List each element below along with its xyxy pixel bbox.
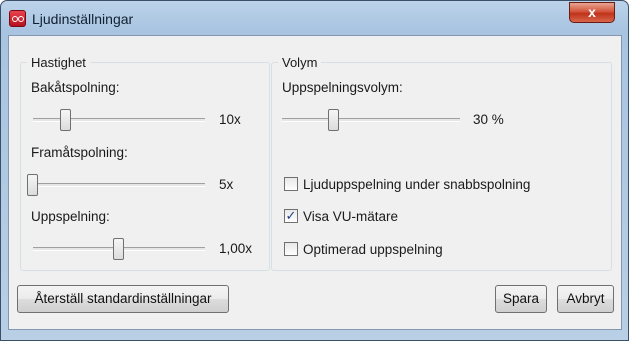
vu-meter-label[interactable]: Visa VU-mätare — [303, 209, 398, 224]
optimized-playback-label[interactable]: Optimerad uppspelning — [303, 242, 443, 257]
snabbspolning-audio-label[interactable]: Ljuduppspelning under snabbspolning — [303, 177, 530, 192]
title-bar[interactable]: Ljudinställningar x — [1, 1, 628, 35]
reset-defaults-button[interactable]: Återställ standardinställningar — [17, 285, 229, 313]
playback-speed-label: Uppspelning: — [31, 209, 110, 224]
cancel-button[interactable]: Avbryt — [557, 285, 614, 313]
window-title: Ljudinställningar — [32, 11, 134, 27]
playback-speed-slider-thumb[interactable] — [113, 238, 124, 260]
vu-meter-checkbox[interactable] — [284, 209, 298, 223]
rewind-slider-track[interactable] — [33, 118, 205, 122]
close-button[interactable]: x — [569, 2, 615, 23]
playback-volume-value: 30 % — [473, 112, 504, 127]
speed-group-title: Hastighet — [27, 55, 90, 70]
rewind-slider-thumb[interactable] — [60, 109, 71, 131]
forward-value: 5x — [219, 177, 234, 192]
save-button[interactable]: Spara — [495, 285, 547, 313]
rewind-value: 10x — [219, 112, 241, 127]
dialog-window: Ljudinställningar x Hastighet Bakåtspoln… — [0, 0, 629, 341]
volume-group: Volym Uppspelningsvolym: 30 % Ljuduppspe… — [271, 55, 612, 271]
app-icon — [9, 10, 26, 27]
playback-speed-value: 1,00x — [219, 241, 253, 256]
forward-slider-track[interactable] — [33, 183, 205, 187]
speed-group: Hastighet Bakåtspolning: 10x Framåtspoln… — [20, 55, 270, 271]
rewind-label: Bakåtspolning: — [31, 80, 120, 95]
playback-volume-slider-track[interactable] — [282, 118, 460, 122]
volume-group-title: Volym — [278, 55, 322, 70]
playback-volume-label: Uppspelningsvolym: — [282, 80, 403, 95]
forward-slider-thumb[interactable] — [27, 174, 38, 196]
optimized-playback-checkbox[interactable] — [284, 242, 298, 256]
snabbspolning-audio-checkbox[interactable] — [284, 177, 298, 191]
forward-label: Framåtspolning: — [31, 145, 128, 160]
playback-volume-slider-thumb[interactable] — [328, 109, 339, 131]
dialog-content: Hastighet Bakåtspolning: 10x Framåtspoln… — [8, 35, 622, 330]
